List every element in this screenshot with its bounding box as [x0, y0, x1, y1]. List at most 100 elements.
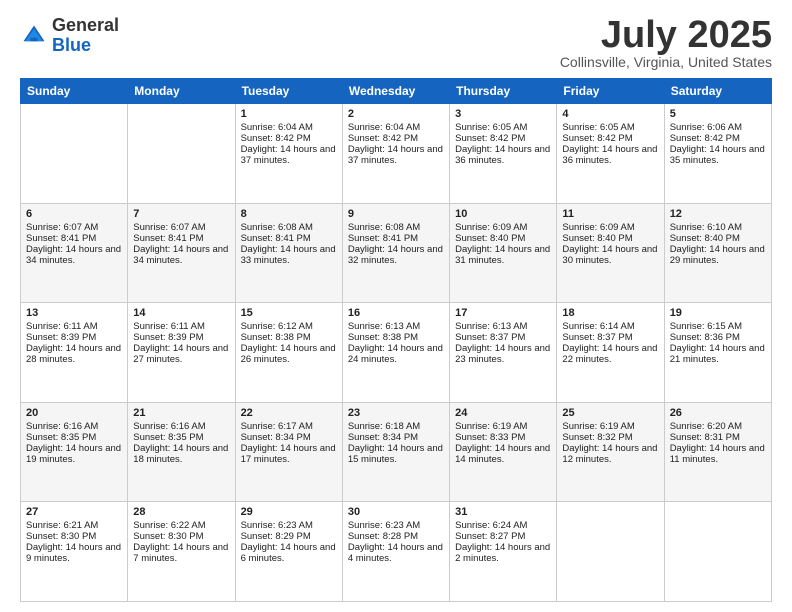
- day-info: Sunrise: 6:10 AM: [670, 222, 766, 233]
- day-number: 15: [241, 307, 337, 319]
- day-number: 28: [133, 506, 229, 518]
- calendar-cell: 10 Sunrise: 6:09 AMSunset: 8:40 PMDayligh…: [450, 203, 557, 303]
- calendar-cell: [664, 502, 771, 602]
- day-info: Sunset: 8:38 PM: [348, 332, 444, 343]
- day-info: Sunrise: 6:13 AM: [348, 321, 444, 332]
- day-info: Daylight: 14 hours and 18 minutes.: [133, 443, 229, 465]
- day-info: Daylight: 14 hours and 7 minutes.: [133, 542, 229, 564]
- day-info: Sunset: 8:32 PM: [562, 432, 658, 443]
- day-info: Sunrise: 6:04 AM: [348, 122, 444, 133]
- day-info: Daylight: 14 hours and 6 minutes.: [241, 542, 337, 564]
- calendar-cell: 2Sunrise: 6:04 AMSunset: 8:42 PMDaylight…: [342, 104, 449, 204]
- calendar-cell: 20Sunrise: 6:16 AMSunset: 8:35 PMDayligh…: [21, 402, 128, 502]
- day-info: Daylight: 14 hours and 29 minutes.: [670, 244, 766, 266]
- day-info: Sunset: 8:39 PM: [133, 332, 229, 343]
- day-info: Sunset: 8:37 PM: [562, 332, 658, 343]
- day-info: Daylight: 14 hours and 31 minutes.: [455, 244, 551, 266]
- day-info: Sunrise: 6:16 AM: [26, 421, 122, 432]
- day-number: 17: [455, 307, 551, 319]
- day-number: 12: [670, 208, 766, 220]
- day-info: Sunrise: 6:14 AM: [562, 321, 658, 332]
- month-title: July 2025: [560, 16, 772, 54]
- header: General Blue July 2025 Collinsville, Vir…: [20, 16, 772, 70]
- day-number: 29: [241, 506, 337, 518]
- day-info: Sunrise: 6:11 AM: [26, 321, 122, 332]
- day-info: Sunset: 8:31 PM: [670, 432, 766, 443]
- calendar-cell: [128, 104, 235, 204]
- day-info: Daylight: 14 hours and 36 minutes.: [562, 144, 658, 166]
- day-number: 20: [26, 407, 122, 419]
- day-info: Sunrise: 6:08 AM: [348, 222, 444, 233]
- day-info: Sunset: 8:40 PM: [455, 233, 551, 244]
- calendar-cell: 16Sunrise: 6:13 AMSunset: 8:38 PMDayligh…: [342, 303, 449, 403]
- day-number: 2: [348, 108, 444, 120]
- page: General Blue July 2025 Collinsville, Vir…: [0, 0, 792, 612]
- day-info: Sunset: 8:29 PM: [241, 531, 337, 542]
- day-info: Sunrise: 6:22 AM: [133, 520, 229, 531]
- day-info: Daylight: 14 hours and 34 minutes.: [26, 244, 122, 266]
- calendar-cell: 8Sunrise: 6:08 AMSunset: 8:41 PMDaylight…: [235, 203, 342, 303]
- day-info: Daylight: 14 hours and 28 minutes.: [26, 343, 122, 365]
- day-info: Sunrise: 6:05 AM: [562, 122, 658, 133]
- location: Collinsville, Virginia, United States: [560, 54, 772, 70]
- day-info: Sunrise: 6:19 AM: [562, 421, 658, 432]
- day-info: Sunrise: 6:18 AM: [348, 421, 444, 432]
- day-info: Sunrise: 6:09 AM: [455, 222, 551, 233]
- day-number: 25: [562, 407, 658, 419]
- day-number: 10: [455, 208, 551, 220]
- day-number: 21: [133, 407, 229, 419]
- calendar-cell: 5Sunrise: 6:06 AMSunset: 8:42 PMDaylight…: [664, 104, 771, 204]
- day-info: Daylight: 14 hours and 2 minutes.: [455, 542, 551, 564]
- day-info: Sunrise: 6:24 AM: [455, 520, 551, 531]
- day-info: Sunset: 8:41 PM: [241, 233, 337, 244]
- day-info: Sunrise: 6:19 AM: [455, 421, 551, 432]
- calendar-cell: 7Sunrise: 6:07 AMSunset: 8:41 PMDaylight…: [128, 203, 235, 303]
- day-info: Sunrise: 6:17 AM: [241, 421, 337, 432]
- day-number: 26: [670, 407, 766, 419]
- calendar-cell: [557, 502, 664, 602]
- day-number: 1: [241, 108, 337, 120]
- day-info: Sunset: 8:42 PM: [241, 133, 337, 144]
- calendar-cell: 25 Sunrise: 6:19 AMSunset: 8:32 PMDayligh…: [557, 402, 664, 502]
- calendar-cell: 19Sunrise: 6:15 AMSunset: 8:36 PMDayligh…: [664, 303, 771, 403]
- day-info: Sunrise: 6:07 AM: [26, 222, 122, 233]
- calendar-cell: 12 Sunrise: 6:10 AMSunset: 8:40 PMDayligh…: [664, 203, 771, 303]
- calendar-header-tuesday: Tuesday: [235, 79, 342, 104]
- calendar-table: SundayMondayTuesdayWednesdayThursdayFrid…: [20, 78, 772, 602]
- day-info: Sunrise: 6:09 AM: [562, 222, 658, 233]
- calendar-cell: 21Sunrise: 6:16 AMSunset: 8:35 PMDayligh…: [128, 402, 235, 502]
- day-info: Sunset: 8:27 PM: [455, 531, 551, 542]
- calendar-week-row: 27Sunrise: 6:21 AMSunset: 8:30 PMDayligh…: [21, 502, 772, 602]
- day-info: Daylight: 14 hours and 14 minutes.: [455, 443, 551, 465]
- day-info: Sunrise: 6:05 AM: [455, 122, 551, 133]
- day-info: Daylight: 14 hours and 27 minutes.: [133, 343, 229, 365]
- day-info: Daylight: 14 hours and 30 minutes.: [562, 244, 658, 266]
- day-number: 19: [670, 307, 766, 319]
- day-number: 31: [455, 506, 551, 518]
- day-number: 6: [26, 208, 122, 220]
- calendar-cell: 17Sunrise: 6:13 AMSunset: 8:37 PMDayligh…: [450, 303, 557, 403]
- calendar-cell: 11Sunrise: 6:09 AMSunset: 8:40 PMDayligh…: [557, 203, 664, 303]
- day-info: Sunset: 8:36 PM: [670, 332, 766, 343]
- calendar-week-row: 13Sunrise: 6:11 AMSunset: 8:39 PMDayligh…: [21, 303, 772, 403]
- calendar-cell: 15Sunrise: 6:12 AMSunset: 8:38 PMDayligh…: [235, 303, 342, 403]
- day-info: Sunset: 8:28 PM: [348, 531, 444, 542]
- day-number: 9: [348, 208, 444, 220]
- day-info: Daylight: 14 hours and 33 minutes.: [241, 244, 337, 266]
- calendar-cell: 22Sunrise: 6:17 AMSunset: 8:34 PMDayligh…: [235, 402, 342, 502]
- day-info: Sunset: 8:39 PM: [26, 332, 122, 343]
- day-info: Daylight: 14 hours and 22 minutes.: [562, 343, 658, 365]
- day-info: Sunset: 8:34 PM: [348, 432, 444, 443]
- day-info: Daylight: 14 hours and 17 minutes.: [241, 443, 337, 465]
- day-info: Daylight: 14 hours and 19 minutes.: [26, 443, 122, 465]
- day-info: Daylight: 14 hours and 9 minutes.: [26, 542, 122, 564]
- calendar-cell: 29Sunrise: 6:23 AMSunset: 8:29 PMDayligh…: [235, 502, 342, 602]
- day-info: Sunset: 8:40 PM: [670, 233, 766, 244]
- calendar-cell: 26Sunrise: 6:20 AMSunset: 8:31 PMDayligh…: [664, 402, 771, 502]
- day-info: Sunset: 8:37 PM: [455, 332, 551, 343]
- day-info: Daylight: 14 hours and 12 minutes.: [562, 443, 658, 465]
- logo: General Blue: [20, 16, 119, 56]
- day-info: Sunrise: 6:13 AM: [455, 321, 551, 332]
- day-info: Sunset: 8:41 PM: [133, 233, 229, 244]
- calendar-week-row: 20Sunrise: 6:16 AMSunset: 8:35 PMDayligh…: [21, 402, 772, 502]
